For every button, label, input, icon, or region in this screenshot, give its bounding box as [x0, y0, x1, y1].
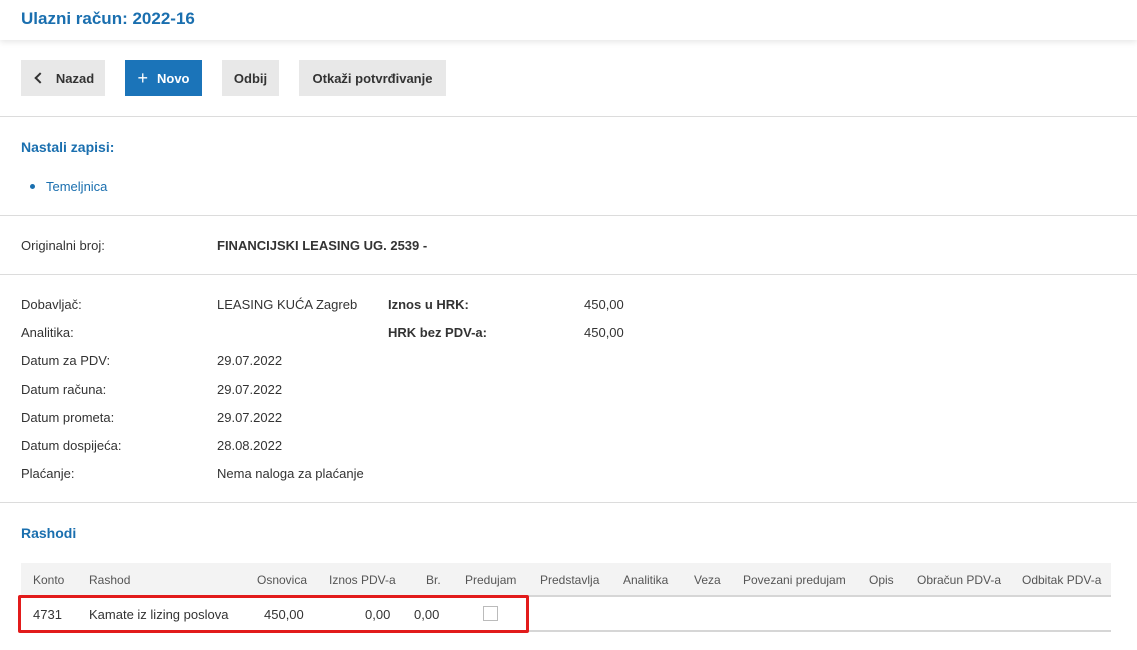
- column-header-konto[interactable]: Konto: [33, 573, 64, 587]
- divider: [0, 274, 1137, 275]
- vat-date-label: Datum za PDV:: [21, 353, 111, 368]
- amount-hrk-label: Iznos u HRK:: [388, 297, 469, 312]
- cancel-confirmation-button[interactable]: Otkaži potvrđivanje: [299, 60, 446, 96]
- column-header-br[interactable]: Br.: [426, 573, 441, 587]
- expenses-title: Rashodi: [21, 525, 77, 541]
- turnover-date-value: 29.07.2022: [217, 410, 283, 425]
- payment-value: Nema naloga za plaćanje: [217, 466, 364, 481]
- payment-label: Plaćanje:: [21, 466, 75, 481]
- column-header-predstavlja[interactable]: Predstavlja: [540, 573, 599, 587]
- plus-icon: +: [137, 68, 148, 88]
- expenses-table-header: Konto Rashod Osnovica Iznos PDV-a Br. Pr…: [21, 563, 1111, 597]
- column-header-obracun-pdv[interactable]: Obračun PDV-a: [917, 573, 1001, 587]
- amount-hrk-value: 450,00: [584, 297, 624, 312]
- turnover-date-label: Datum prometa:: [21, 410, 115, 425]
- original-number-value: FINANCIJSKI LEASING UG. 2539 -: [217, 238, 428, 253]
- supplier-label: Dobavljač:: [21, 297, 82, 312]
- back-button[interactable]: Nazad: [21, 60, 105, 96]
- records-title: Nastali zapisi:: [21, 139, 115, 155]
- page-title: Ulazni račun: 2022-16: [21, 9, 195, 28]
- analytics-label: Analitika:: [21, 325, 74, 340]
- new-button[interactable]: + Novo: [125, 60, 202, 96]
- column-header-opis[interactable]: Opis: [869, 573, 894, 587]
- temeljnica-link[interactable]: Temeljnica: [46, 179, 107, 194]
- column-header-povezani-predujam[interactable]: Povezani predujam: [743, 573, 846, 587]
- column-header-veza[interactable]: Veza: [694, 573, 721, 587]
- vat-date-value: 29.07.2022: [217, 353, 283, 368]
- due-date-label: Datum dospijeća:: [21, 438, 122, 453]
- divider: [0, 215, 1137, 216]
- hrk-no-vat-label: HRK bez PDV-a:: [388, 325, 487, 340]
- chevron-left-icon: [34, 72, 46, 84]
- column-header-osnovica[interactable]: Osnovica: [257, 573, 307, 587]
- column-header-iznos-pdv[interactable]: Iznos PDV-a: [329, 573, 396, 587]
- column-header-analitika[interactable]: Analitika: [623, 573, 668, 587]
- divider: [0, 502, 1137, 503]
- invoice-date-value: 29.07.2022: [217, 382, 283, 397]
- back-button-label: Nazad: [55, 70, 95, 86]
- records-list-item: Temeljnica: [30, 179, 107, 194]
- hrk-no-vat-value: 450,00: [584, 325, 624, 340]
- toolbar: Nazad + Novo Odbij Otkaži potvrđivanje: [0, 60, 1137, 96]
- deduct-button-label: Odbij: [233, 70, 268, 86]
- due-date-value: 28.08.2022: [217, 438, 283, 453]
- cancel-confirmation-label: Otkaži potvrđivanje: [312, 70, 433, 86]
- column-header-predujam[interactable]: Predujam: [465, 573, 516, 587]
- supplier-value: LEASING KUĆA Zagreb: [217, 297, 358, 312]
- column-header-rashod[interactable]: Rashod: [89, 573, 130, 587]
- new-button-label: Novo: [157, 70, 190, 86]
- invoice-date-label: Datum računa:: [21, 382, 107, 397]
- row-highlight-annotation: [18, 595, 529, 633]
- bullet-icon: [30, 184, 35, 189]
- original-number-label: Originalni broj:: [21, 238, 105, 253]
- page-header: Ulazni račun: 2022-16: [0, 0, 1137, 40]
- divider: [0, 116, 1137, 117]
- deduct-button[interactable]: Odbij: [222, 60, 279, 96]
- column-header-odbitak-pdv[interactable]: Odbitak PDV-a: [1022, 573, 1101, 587]
